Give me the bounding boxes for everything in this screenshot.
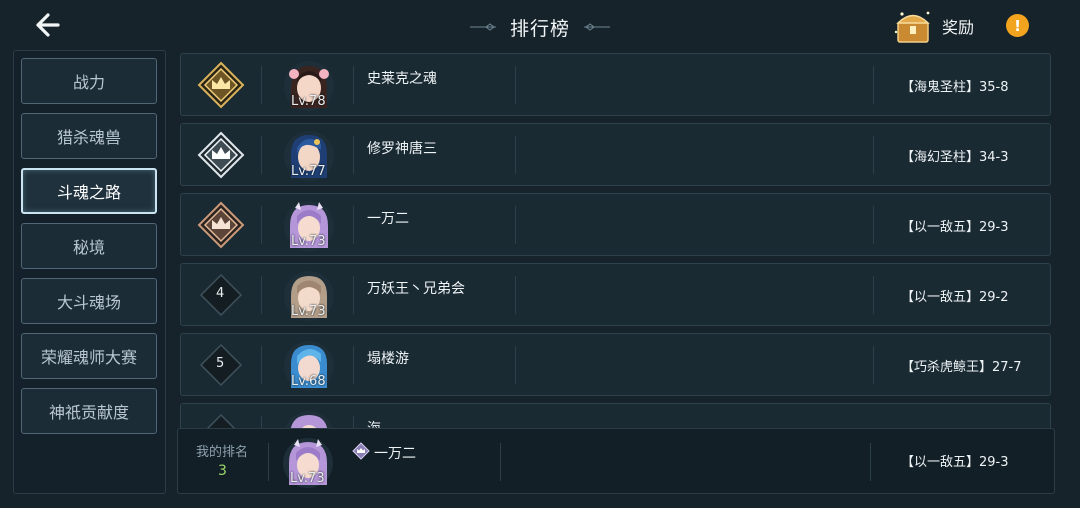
stage-record: 【巧杀虎鲸王】27-7 bbox=[901, 360, 1022, 375]
rank-number: 5 bbox=[216, 356, 225, 371]
title-ornament-right-icon bbox=[584, 23, 610, 31]
stage-record: 【海鬼圣柱】35-8 bbox=[901, 80, 1009, 95]
bronze-crown-badge-icon bbox=[181, 194, 261, 255]
tab-god-contribution[interactable]: 神祇贡献度 bbox=[21, 388, 157, 434]
tab-soul-fight-road[interactable]: 斗魂之路 bbox=[21, 168, 157, 214]
my-rank-number: 3 bbox=[218, 463, 227, 479]
ranking-row[interactable]: 海 bbox=[180, 403, 1051, 428]
my-rank-bar: 我的排名 3 Lv.73 一万二 【以一敌五】29-3 bbox=[177, 428, 1055, 494]
rank-diamond-badge: 5 bbox=[181, 334, 261, 395]
rank-number: 4 bbox=[216, 286, 225, 301]
player-name: 修罗神唐三 bbox=[367, 141, 437, 157]
tab-soul-beast-hunt[interactable]: 猎杀魂兽 bbox=[21, 113, 157, 159]
tab-secret-realm[interactable]: 秘境 bbox=[21, 223, 157, 269]
player-level: Lv.77 bbox=[291, 164, 326, 179]
my-player-name: 一万二 bbox=[374, 446, 416, 462]
tab-combat-power[interactable]: 战力 bbox=[21, 58, 157, 104]
reward-button[interactable]: 奖励 bbox=[892, 6, 974, 46]
top-bar: 排行榜 奖励 ! bbox=[0, 0, 1080, 52]
player-name: 万妖王丶兄弟会 bbox=[367, 281, 465, 297]
tab-grand-arena[interactable]: 大斗魂场 bbox=[21, 278, 157, 324]
title-group: 排行榜 bbox=[460, 12, 620, 42]
treasure-chest-icon bbox=[894, 11, 930, 43]
avatar[interactable] bbox=[283, 410, 335, 428]
player-name: 塌楼游 bbox=[367, 351, 409, 367]
back-arrow-icon[interactable] bbox=[30, 8, 64, 42]
ranking-row[interactable]: 4 Lv.73 万妖王丶兄弟会 【以一敌五】29-2 bbox=[180, 263, 1051, 326]
player-level: Lv.73 bbox=[291, 234, 326, 249]
my-level: Lv.73 bbox=[290, 471, 325, 486]
player-level: Lv.68 bbox=[291, 374, 326, 389]
player-level: Lv.73 bbox=[291, 304, 326, 319]
page-title: 排行榜 bbox=[509, 17, 570, 40]
rank-diamond-badge: 4 bbox=[181, 264, 261, 325]
title-ornament-left-icon bbox=[469, 23, 496, 31]
player-name: 海 bbox=[367, 418, 381, 428]
stage-record: 【以一敌五】29-3 bbox=[901, 220, 1009, 235]
player-name: 一万二 bbox=[367, 211, 409, 227]
silver-crown-badge-icon bbox=[181, 124, 261, 185]
rank-diamond-badge bbox=[181, 404, 261, 428]
rank-emblem-icon bbox=[352, 442, 370, 460]
reward-label: 奖励 bbox=[942, 18, 975, 37]
ranking-list[interactable]: Lv.78 史莱克之魂 【海鬼圣柱】35-8 Lv.77 修罗神唐三 【海幻圣柱… bbox=[177, 50, 1055, 428]
my-rank-label: 我的排名 bbox=[196, 445, 249, 460]
ranking-row[interactable]: Lv.78 史莱克之魂 【海鬼圣柱】35-8 bbox=[180, 53, 1051, 116]
stage-record: 【海幻圣柱】34-3 bbox=[901, 150, 1009, 165]
category-sidebar: 战力 猎杀魂兽 斗魂之路 秘境 大斗魂场 荣耀魂师大赛 神祇贡献度 bbox=[13, 50, 166, 494]
gold-crown-badge-icon bbox=[181, 54, 261, 115]
tab-glory-tournament[interactable]: 荣耀魂师大赛 bbox=[21, 333, 157, 379]
ranking-row[interactable]: Lv.77 修罗神唐三 【海幻圣柱】34-3 bbox=[180, 123, 1051, 186]
stage-record: 【以一敌五】29-2 bbox=[901, 290, 1009, 305]
ranking-row[interactable]: 5 Lv.68 塌楼游 【巧杀虎鲸王】27-7 bbox=[180, 333, 1051, 396]
my-stage-record: 【以一敌五】29-3 bbox=[901, 455, 1009, 470]
player-name: 史莱克之魂 bbox=[367, 71, 437, 87]
ranking-row[interactable]: Lv.73 一万二 【以一敌五】29-3 bbox=[180, 193, 1051, 256]
info-icon[interactable]: ! bbox=[1006, 14, 1029, 37]
player-level: Lv.78 bbox=[291, 94, 326, 109]
